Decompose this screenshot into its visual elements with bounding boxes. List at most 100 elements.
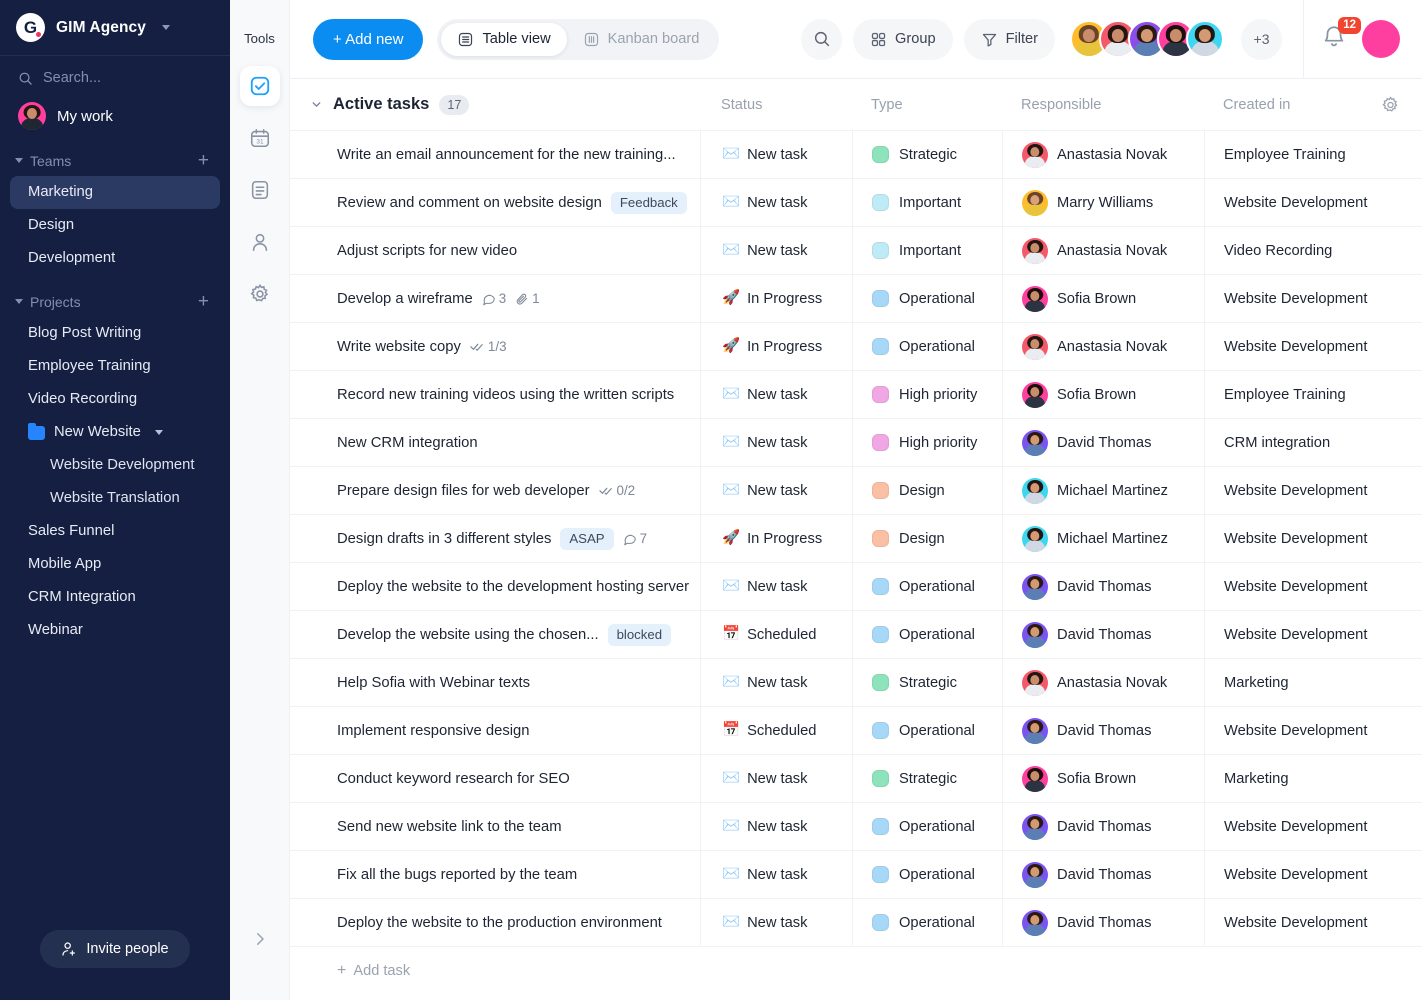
status-cell[interactable]: ✉️ New task [700, 370, 852, 419]
collapse-sidebar-button[interactable] [230, 930, 289, 948]
notifications-button[interactable]: 12 [1321, 17, 1361, 54]
calendar-icon[interactable]: 31 [240, 118, 280, 158]
table-row[interactable]: Deploy the website to the production env… [290, 898, 1422, 947]
table-row[interactable]: Conduct keyword research for SEO ✉️ New ta… [290, 754, 1422, 803]
responsible-cell[interactable]: David Thomas [1002, 850, 1204, 899]
tab-kanban-board[interactable]: Kanban board [567, 23, 716, 56]
current-user-avatar[interactable] [1362, 20, 1400, 58]
created-in-cell[interactable]: Website Development [1204, 466, 1422, 515]
responsible-cell[interactable]: Marry Williams [1002, 178, 1204, 227]
responsible-cell[interactable]: David Thomas [1002, 802, 1204, 851]
responsible-cell[interactable]: Anastasia Novak [1002, 658, 1204, 707]
add-task-button[interactable]: + Add task [290, 946, 1422, 994]
group-header[interactable]: Active tasks 17 [290, 94, 700, 115]
created-in-cell[interactable]: Website Development [1204, 562, 1422, 611]
responsible-cell[interactable]: David Thomas [1002, 706, 1204, 755]
responsible-cell[interactable]: Anastasia Novak [1002, 322, 1204, 371]
task-name-cell[interactable]: Review and comment on website design Feed… [290, 179, 700, 227]
responsible-cell[interactable]: David Thomas [1002, 898, 1204, 947]
task-name-cell[interactable]: Send new website link to the team [290, 803, 700, 851]
status-cell[interactable]: 📅 Scheduled [700, 610, 852, 659]
table-row[interactable]: Fix all the bugs reported by the team ✉️ N… [290, 850, 1422, 899]
task-name-cell[interactable]: Deploy the website to the production env… [290, 899, 700, 947]
created-in-cell[interactable]: Website Development [1204, 178, 1422, 227]
table-row[interactable]: New CRM integration ✉️ New task High priori… [290, 418, 1422, 467]
task-name-cell[interactable]: Write an email announcement for the new … [290, 131, 700, 179]
type-cell[interactable]: Design [852, 466, 1002, 515]
status-cell[interactable]: ✉️ New task [700, 754, 852, 803]
table-settings-button[interactable] [1381, 95, 1400, 114]
responsible-cell[interactable]: Sofia Brown [1002, 274, 1204, 323]
responsible-cell[interactable]: Anastasia Novak [1002, 226, 1204, 275]
type-cell[interactable]: Operational [852, 706, 1002, 755]
sidebar-item-marketing[interactable]: Marketing [10, 176, 220, 209]
table-row[interactable]: Review and comment on website design Feed… [290, 178, 1422, 227]
table-row[interactable]: Adjust scripts for new video ✉️ New task Im… [290, 226, 1422, 275]
chevron-down-icon[interactable] [162, 25, 170, 30]
task-name-cell[interactable]: Implement responsive design [290, 707, 700, 755]
table-row[interactable]: Record new training videos using the wri… [290, 370, 1422, 419]
created-in-cell[interactable]: Website Development [1204, 514, 1422, 563]
created-in-cell[interactable]: Marketing [1204, 754, 1422, 803]
projects-section-header[interactable]: Projects + [0, 283, 230, 317]
sidebar-item-employee-training[interactable]: Employee Training [10, 350, 220, 383]
status-cell[interactable]: ✉️ New task [700, 130, 852, 179]
type-cell[interactable]: Design [852, 514, 1002, 563]
table-row[interactable]: Design drafts in 3 different styles ASAP 7… [290, 514, 1422, 563]
responsible-cell[interactable]: Michael Martinez [1002, 514, 1204, 563]
type-cell[interactable]: Operational [852, 850, 1002, 899]
add-team-icon[interactable]: + [198, 151, 212, 170]
filter-button[interactable]: Filter [963, 18, 1055, 60]
sidebar-item-mobile-app[interactable]: Mobile App [10, 548, 220, 581]
task-name-cell[interactable]: Help Sofia with Webinar texts [290, 659, 700, 707]
document-icon[interactable] [240, 170, 280, 210]
task-name-cell[interactable]: Adjust scripts for new video [290, 227, 700, 275]
created-in-cell[interactable]: Website Development [1204, 706, 1422, 755]
table-row[interactable]: Develop a wireframe 3 1 🚀 In Progress Operati… [290, 274, 1422, 323]
settings-gear-icon[interactable] [240, 274, 280, 314]
column-header-status[interactable]: Status [700, 97, 852, 113]
task-name-cell[interactable]: Deploy the website to the development ho… [290, 563, 700, 611]
responsible-cell[interactable]: David Thomas [1002, 562, 1204, 611]
status-cell[interactable]: ✉️ New task [700, 658, 852, 707]
sidebar-item-website-development[interactable]: Website Development [10, 449, 220, 482]
status-cell[interactable]: 🚀 In Progress [700, 274, 852, 323]
status-cell[interactable]: 📅 Scheduled [700, 706, 852, 755]
table-row[interactable]: Prepare design files for web developer 0/… [290, 466, 1422, 515]
search-button[interactable] [801, 18, 842, 60]
sidebar-item-webinar[interactable]: Webinar [10, 614, 220, 647]
type-cell[interactable]: Important [852, 226, 1002, 275]
status-cell[interactable]: 🚀 In Progress [700, 322, 852, 371]
table-row[interactable]: Deploy the website to the development ho… [290, 562, 1422, 611]
type-cell[interactable]: Strategic [852, 658, 1002, 707]
created-in-cell[interactable]: Website Development [1204, 850, 1422, 899]
created-in-cell[interactable]: Employee Training [1204, 130, 1422, 179]
sidebar-item-sales-funnel[interactable]: Sales Funnel [10, 515, 220, 548]
search-input[interactable]: Search... [0, 56, 230, 96]
status-cell[interactable]: ✉️ New task [700, 850, 852, 899]
collapse-group-icon[interactable] [310, 98, 323, 111]
created-in-cell[interactable]: Website Development [1204, 898, 1422, 947]
table-row[interactable]: Write website copy 1/3 🚀 In Progress Operati… [290, 322, 1422, 371]
task-name-cell[interactable]: Fix all the bugs reported by the team [290, 851, 700, 899]
invite-people-button[interactable]: Invite people [40, 930, 190, 968]
add-new-button[interactable]: + Add new [313, 18, 424, 60]
type-cell[interactable]: Strategic [852, 130, 1002, 179]
type-cell[interactable]: Operational [852, 274, 1002, 323]
group-button[interactable]: Group [853, 18, 953, 60]
sidebar-item-crm-integration[interactable]: CRM Integration [10, 581, 220, 614]
task-tag[interactable]: Feedback [610, 191, 687, 214]
task-name-cell[interactable]: Develop a wireframe 3 1 [290, 275, 700, 323]
created-in-cell[interactable]: CRM integration [1204, 418, 1422, 467]
column-header-responsible[interactable]: Responsible [1002, 97, 1204, 113]
sidebar-item-design[interactable]: Design [10, 209, 220, 242]
status-cell[interactable]: 🚀 In Progress [700, 514, 852, 563]
sidebar-item-development[interactable]: Development [10, 242, 220, 275]
type-cell[interactable]: Strategic [852, 754, 1002, 803]
task-name-cell[interactable]: Record new training videos using the wri… [290, 371, 700, 419]
members-overflow-badge[interactable]: +3 [1241, 18, 1282, 60]
sidebar-item-blog-post-writing[interactable]: Blog Post Writing [10, 317, 220, 350]
member-avatars[interactable] [1070, 20, 1224, 58]
type-cell[interactable]: Operational [852, 562, 1002, 611]
table-row[interactable]: Help Sofia with Webinar texts ✉️ New task S… [290, 658, 1422, 707]
